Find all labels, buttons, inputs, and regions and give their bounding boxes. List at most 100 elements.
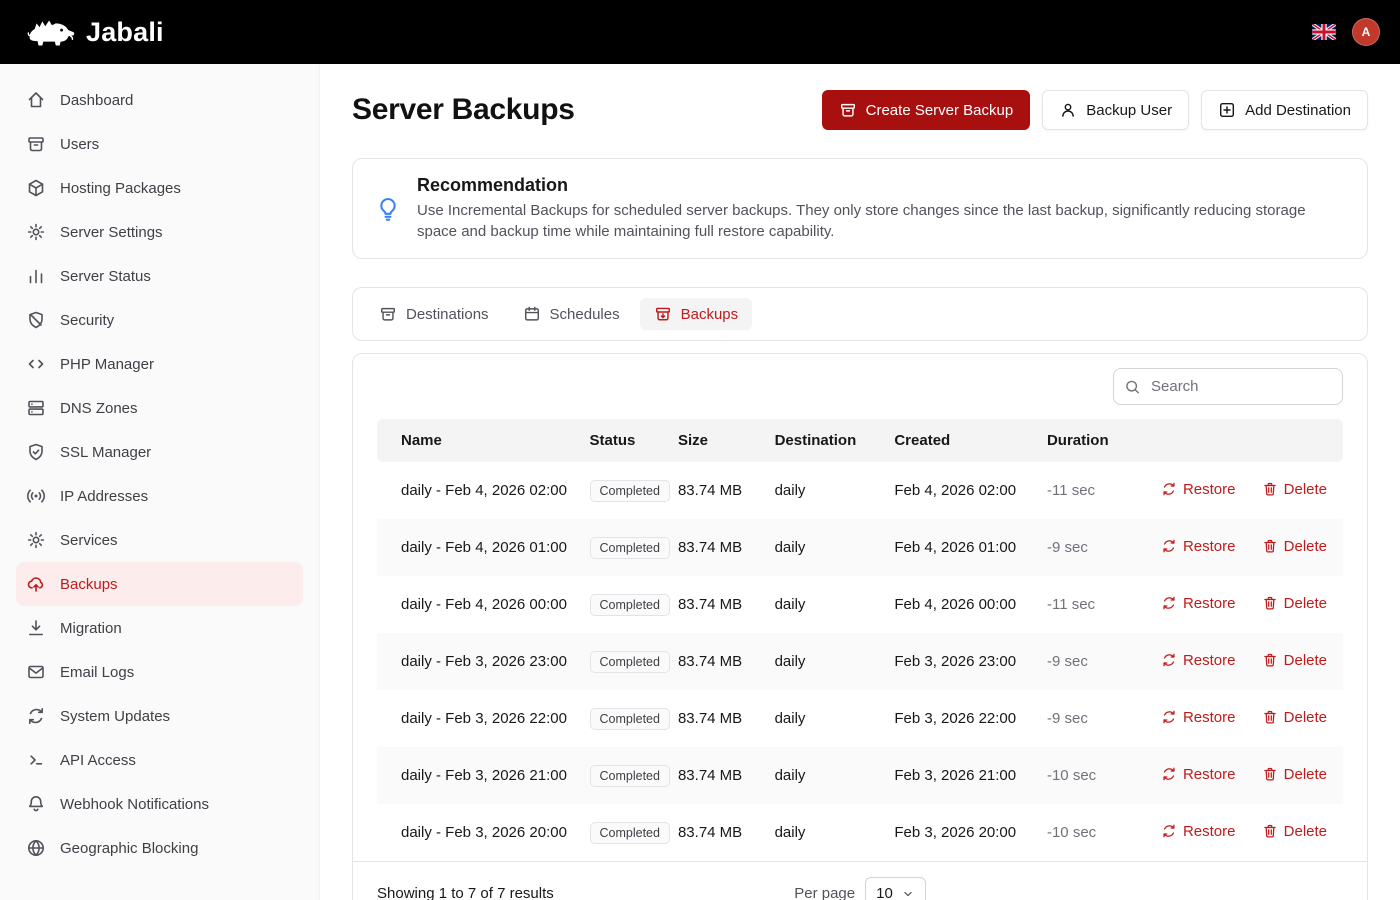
sidebar-item-geographic-blocking[interactable]: Geographic Blocking bbox=[16, 826, 303, 870]
delete-button[interactable]: Delete bbox=[1262, 709, 1327, 726]
backup-name: daily - Feb 3, 2026 23:00 bbox=[377, 633, 590, 690]
sidebar-item-ssl-manager[interactable]: SSL Manager bbox=[16, 430, 303, 474]
delete-button[interactable]: Delete bbox=[1262, 766, 1327, 783]
button-label: Add Destination bbox=[1245, 102, 1351, 119]
backup-size: 83.74 MB bbox=[678, 633, 775, 690]
sidebar-item-users[interactable]: Users bbox=[16, 122, 303, 166]
status-badge: Completed bbox=[590, 708, 670, 730]
column-actions bbox=[1146, 419, 1343, 462]
restore-button[interactable]: Restore bbox=[1161, 538, 1236, 555]
backups-table: NameStatusSizeDestinationCreatedDuration… bbox=[377, 419, 1343, 861]
restore-button[interactable]: Restore bbox=[1161, 709, 1236, 726]
sidebar-item-server-settings[interactable]: Server Settings bbox=[16, 210, 303, 254]
backup-duration: -10 sec bbox=[1047, 804, 1146, 861]
backup-status-cell: Completed bbox=[590, 690, 678, 747]
backup-user-button[interactable]: Backup User bbox=[1042, 90, 1189, 130]
sidebar-item-migration[interactable]: Migration bbox=[16, 606, 303, 650]
sidebar-item-dns-zones[interactable]: DNS Zones bbox=[16, 386, 303, 430]
delete-button[interactable]: Delete bbox=[1262, 538, 1327, 555]
restore-button[interactable]: Restore bbox=[1161, 481, 1236, 498]
cloud-arrow-icon bbox=[26, 574, 46, 594]
per-page-label: Per page bbox=[794, 885, 855, 900]
backup-size: 83.74 MB bbox=[678, 747, 775, 804]
globe-icon bbox=[26, 838, 46, 858]
broadcast-icon bbox=[26, 486, 46, 506]
refresh-icon bbox=[1161, 595, 1177, 611]
restore-button[interactable]: Restore bbox=[1161, 766, 1236, 783]
restore-button[interactable]: Restore bbox=[1161, 652, 1236, 669]
backup-created: Feb 3, 2026 20:00 bbox=[894, 804, 1047, 861]
sidebar-item-email-logs[interactable]: Email Logs bbox=[16, 650, 303, 694]
sidebar-item-security[interactable]: Security bbox=[16, 298, 303, 342]
sidebar-item-dashboard[interactable]: Dashboard bbox=[16, 78, 303, 122]
sidebar-item-server-status[interactable]: Server Status bbox=[16, 254, 303, 298]
search-input[interactable] bbox=[1113, 368, 1343, 405]
tab-backups[interactable]: Backups bbox=[640, 298, 753, 330]
trash-icon bbox=[1262, 766, 1278, 782]
tab-schedules[interactable]: Schedules bbox=[509, 298, 634, 330]
delete-button[interactable]: Delete bbox=[1262, 595, 1327, 612]
backup-status-cell: Completed bbox=[590, 633, 678, 690]
trash-icon bbox=[1262, 595, 1278, 611]
tab-destinations[interactable]: Destinations bbox=[365, 298, 503, 330]
backups-panel: NameStatusSizeDestinationCreatedDuration… bbox=[352, 353, 1368, 900]
sidebar-item-api-access[interactable]: API Access bbox=[16, 738, 303, 782]
delete-button[interactable]: Delete bbox=[1262, 823, 1327, 840]
code-icon bbox=[26, 354, 46, 374]
restore-label: Restore bbox=[1183, 823, 1236, 840]
per-page-value: 10 bbox=[876, 885, 893, 900]
backup-name: daily - Feb 4, 2026 00:00 bbox=[377, 576, 590, 633]
sidebar-item-ip-addresses[interactable]: IP Addresses bbox=[16, 474, 303, 518]
brand[interactable]: Jabali bbox=[26, 14, 164, 50]
tab-label: Backups bbox=[681, 306, 739, 323]
sidebar-item-services[interactable]: Services bbox=[16, 518, 303, 562]
delete-button[interactable]: Delete bbox=[1262, 652, 1327, 669]
backup-size: 83.74 MB bbox=[678, 519, 775, 576]
backup-created: Feb 3, 2026 22:00 bbox=[894, 690, 1047, 747]
sidebar-item-label: API Access bbox=[60, 752, 136, 769]
column-size: Size bbox=[678, 419, 775, 462]
sidebar-item-hosting-packages[interactable]: Hosting Packages bbox=[16, 166, 303, 210]
per-page-select[interactable]: 10 bbox=[865, 877, 926, 900]
sidebar-item-webhook-notifications[interactable]: Webhook Notifications bbox=[16, 782, 303, 826]
sidebar-item-system-updates[interactable]: System Updates bbox=[16, 694, 303, 738]
backup-duration: -11 sec bbox=[1047, 462, 1146, 519]
archive-down-icon bbox=[654, 305, 672, 323]
shield-check-icon bbox=[26, 442, 46, 462]
delete-label: Delete bbox=[1284, 823, 1327, 840]
create-server-backup-button[interactable]: Create Server Backup bbox=[822, 90, 1031, 130]
backup-status-cell: Completed bbox=[590, 519, 678, 576]
sidebar-item-label: PHP Manager bbox=[60, 356, 154, 373]
restore-button[interactable]: Restore bbox=[1161, 823, 1236, 840]
backup-duration: -11 sec bbox=[1047, 576, 1146, 633]
backup-status-cell: Completed bbox=[590, 576, 678, 633]
backup-duration: -9 sec bbox=[1047, 633, 1146, 690]
archive-box-icon bbox=[839, 101, 857, 119]
backup-duration: -9 sec bbox=[1047, 690, 1146, 747]
restore-label: Restore bbox=[1183, 481, 1236, 498]
delete-button[interactable]: Delete bbox=[1262, 481, 1327, 498]
status-badge: Completed bbox=[590, 480, 670, 502]
shield-slash-icon bbox=[26, 310, 46, 330]
restore-label: Restore bbox=[1183, 538, 1236, 555]
uk-flag-icon[interactable] bbox=[1312, 24, 1336, 40]
backup-name: daily - Feb 4, 2026 01:00 bbox=[377, 519, 590, 576]
restore-button[interactable]: Restore bbox=[1161, 595, 1236, 612]
add-destination-button[interactable]: Add Destination bbox=[1201, 90, 1368, 130]
trash-icon bbox=[1262, 481, 1278, 497]
user-icon bbox=[1059, 101, 1077, 119]
sidebar-item-backups[interactable]: Backups bbox=[16, 562, 303, 606]
refresh-icon bbox=[1161, 538, 1177, 554]
table-header-row: NameStatusSizeDestinationCreatedDuration bbox=[377, 419, 1343, 462]
sidebar-item-php-manager[interactable]: PHP Manager bbox=[16, 342, 303, 386]
column-duration: Duration bbox=[1047, 419, 1146, 462]
lightbulb-icon bbox=[375, 196, 401, 222]
package-icon bbox=[26, 178, 46, 198]
backup-created: Feb 3, 2026 21:00 bbox=[894, 747, 1047, 804]
avatar[interactable]: A bbox=[1352, 18, 1380, 46]
backup-duration: -10 sec bbox=[1047, 747, 1146, 804]
gear-icon bbox=[26, 222, 46, 242]
refresh-icon bbox=[1161, 766, 1177, 782]
row-actions: Restore Delete bbox=[1146, 462, 1343, 519]
backup-destination: daily bbox=[775, 804, 895, 861]
